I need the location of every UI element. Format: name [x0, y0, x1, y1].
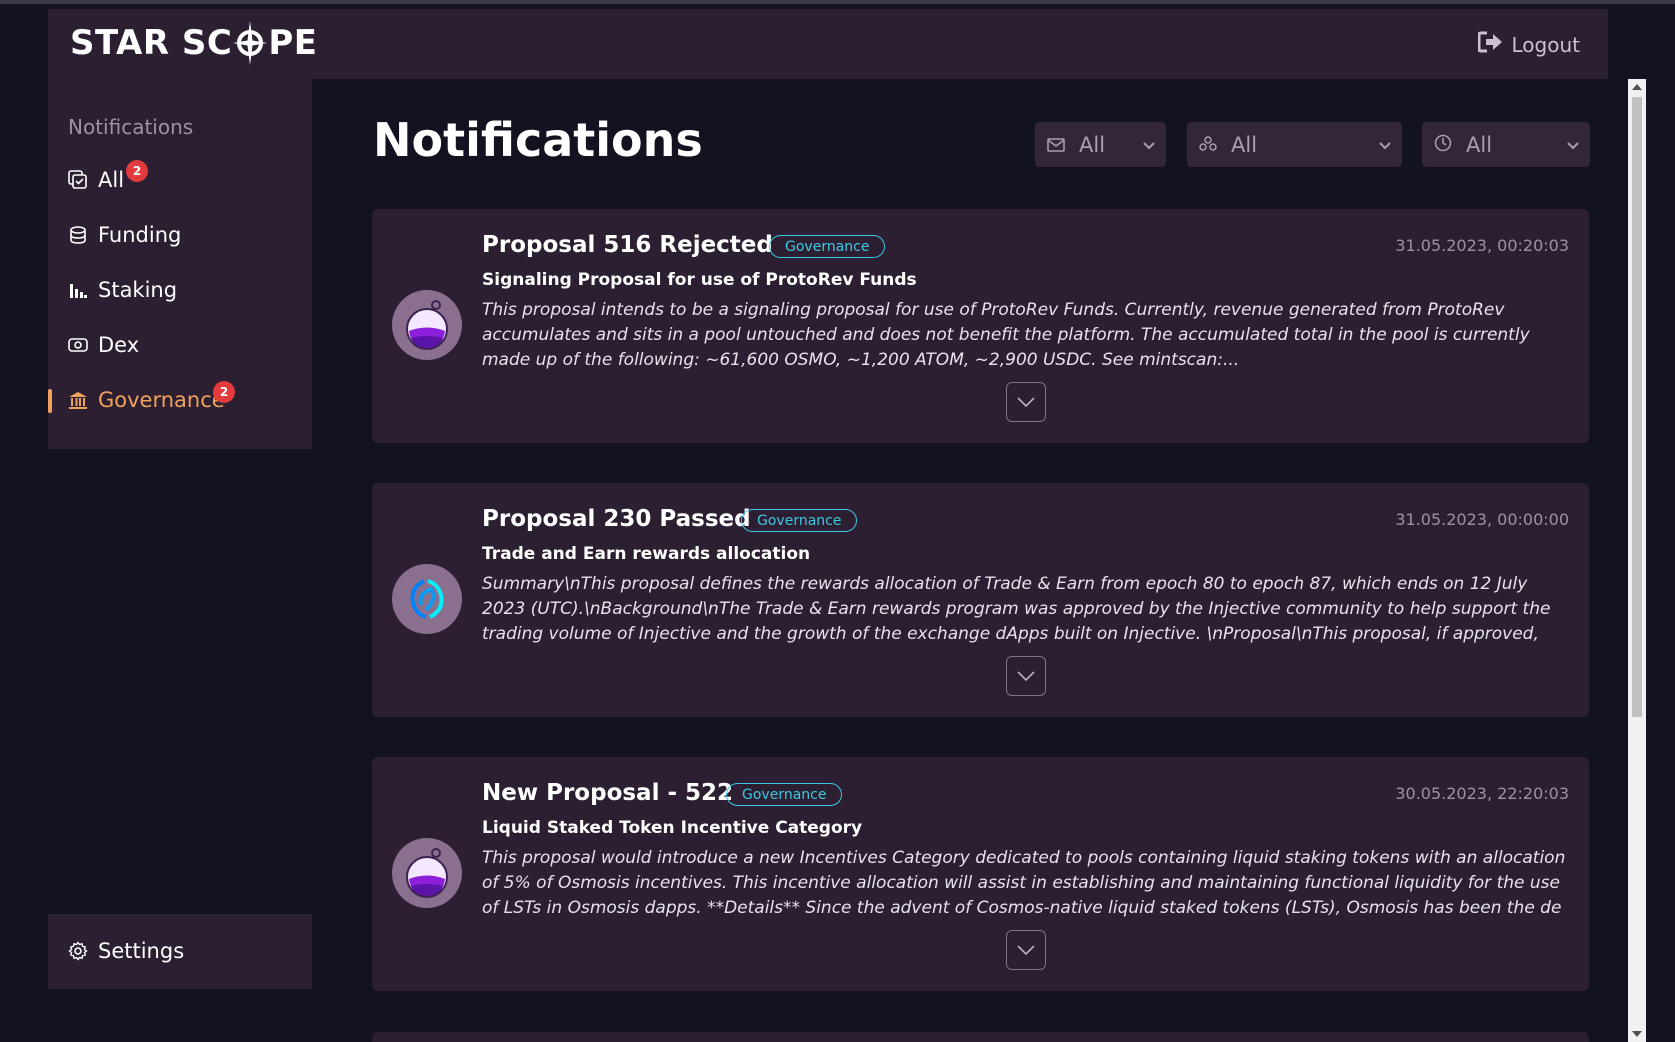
notification-card: Proposal 516 Rejected Governance 31.05.2… [372, 209, 1589, 443]
settings-panel: Settings [48, 914, 312, 989]
chevron-down-icon [1142, 135, 1156, 159]
logo-text-start: STAR SC [70, 23, 233, 63]
browser-top-line [0, 0, 1675, 4]
logout-label: Logout [1511, 32, 1580, 57]
app-header: STAR SC PE Logout [48, 9, 1608, 79]
gear-icon [68, 941, 88, 961]
chain-filter-select[interactable]: All [1187, 122, 1402, 167]
expand-button[interactable] [1006, 930, 1046, 970]
coins-stack-icon [68, 225, 88, 245]
exchange-icon [68, 335, 88, 355]
chain-icon [1199, 133, 1217, 157]
bar-chart-icon [68, 280, 88, 300]
sidebar-item-label: Staking [98, 278, 178, 302]
filter-value: All [1466, 132, 1493, 157]
sidebar-item-staking[interactable]: Staking [68, 275, 177, 305]
category-tag: Governance [769, 235, 886, 258]
notification-description: This proposal would introduce a new Ince… [482, 848, 1566, 918]
notification-description: This proposal intends to be a signaling … [482, 300, 1530, 370]
notification-timestamp: 31.05.2023, 00:20:03 [1395, 236, 1569, 255]
category-filter-select[interactable]: All [1035, 122, 1166, 167]
settings-label: Settings [98, 939, 185, 963]
category-tag: Governance [741, 509, 858, 532]
chevron-down-icon [1378, 135, 1392, 159]
sidebar-item-governance[interactable]: Governance [68, 385, 225, 415]
notification-title: Proposal 516 Rejected [482, 232, 773, 258]
settings-button[interactable]: Settings [68, 936, 184, 966]
compass-star-icon [233, 21, 268, 65]
notification-description: Summary\nThis proposal defines the rewar… [482, 574, 1551, 644]
expand-button[interactable] [1006, 656, 1046, 696]
sidebar-item-label: Funding [98, 223, 182, 247]
osmosis-logo-icon [392, 838, 462, 908]
chevron-down-icon [1016, 941, 1036, 960]
clock-icon [1434, 133, 1452, 157]
scroll-down-arrow-icon[interactable] [1632, 1031, 1642, 1037]
filter-value: All [1079, 132, 1106, 157]
logout-button[interactable]: Logout [1477, 31, 1580, 58]
category-tag: Governance [726, 783, 843, 806]
expand-button[interactable] [1006, 382, 1046, 422]
notification-title: Proposal 230 Passed [482, 506, 751, 532]
vertical-scrollbar[interactable] [1628, 79, 1646, 1042]
chevron-down-icon [1566, 135, 1580, 159]
inbox-check-icon [68, 170, 88, 190]
filter-value: All [1231, 132, 1258, 157]
injective-logo-icon [392, 564, 462, 634]
active-indicator [48, 389, 52, 413]
notification-subtitle: Signaling Proposal for use of ProtoRev F… [482, 270, 917, 290]
sidebar-item-funding[interactable]: Funding [68, 220, 181, 250]
notification-timestamp: 30.05.2023, 22:20:03 [1395, 784, 1569, 803]
notification-count-badge: 2 [213, 381, 235, 403]
osmosis-logo-icon [392, 290, 462, 360]
notification-card: Proposal 230 Passed Governance 31.05.202… [372, 483, 1589, 717]
sidebar-item-all[interactable]: All [68, 165, 124, 195]
sidebar-item-dex[interactable]: Dex [68, 330, 139, 360]
scroll-thumb[interactable] [1632, 97, 1642, 717]
sidebar-title: Notifications [68, 115, 194, 139]
sidebar-item-label: Dex [98, 333, 140, 357]
starscope-logo[interactable]: STAR SC PE [70, 21, 318, 65]
bank-icon [68, 390, 88, 410]
notification-title: New Proposal - 522 [482, 780, 734, 806]
scroll-up-arrow-icon[interactable] [1632, 84, 1642, 90]
chevron-down-icon [1016, 667, 1036, 686]
time-filter-select[interactable]: All [1422, 122, 1590, 167]
notification-timestamp: 31.05.2023, 00:00:00 [1395, 510, 1569, 529]
sidebar-item-label: Governance [98, 388, 225, 412]
chevron-down-icon [1016, 393, 1036, 412]
notification-subtitle: Trade and Earn rewards allocation [482, 544, 811, 564]
sidebar: Notifications All 2 Funding Staking Dex … [48, 79, 312, 449]
notification-card: New Proposal - 522 Governance 30.05.2023… [372, 757, 1589, 991]
notification-card-partial [372, 1032, 1589, 1042]
mail-icon [1047, 133, 1065, 157]
sidebar-item-label: All [98, 168, 125, 192]
logo-text-end: PE [268, 23, 318, 63]
notification-count-badge: 2 [126, 160, 148, 182]
page-title: Notifications [373, 113, 703, 167]
logout-icon [1477, 31, 1504, 58]
notification-subtitle: Liquid Staked Token Incentive Category [482, 818, 863, 838]
